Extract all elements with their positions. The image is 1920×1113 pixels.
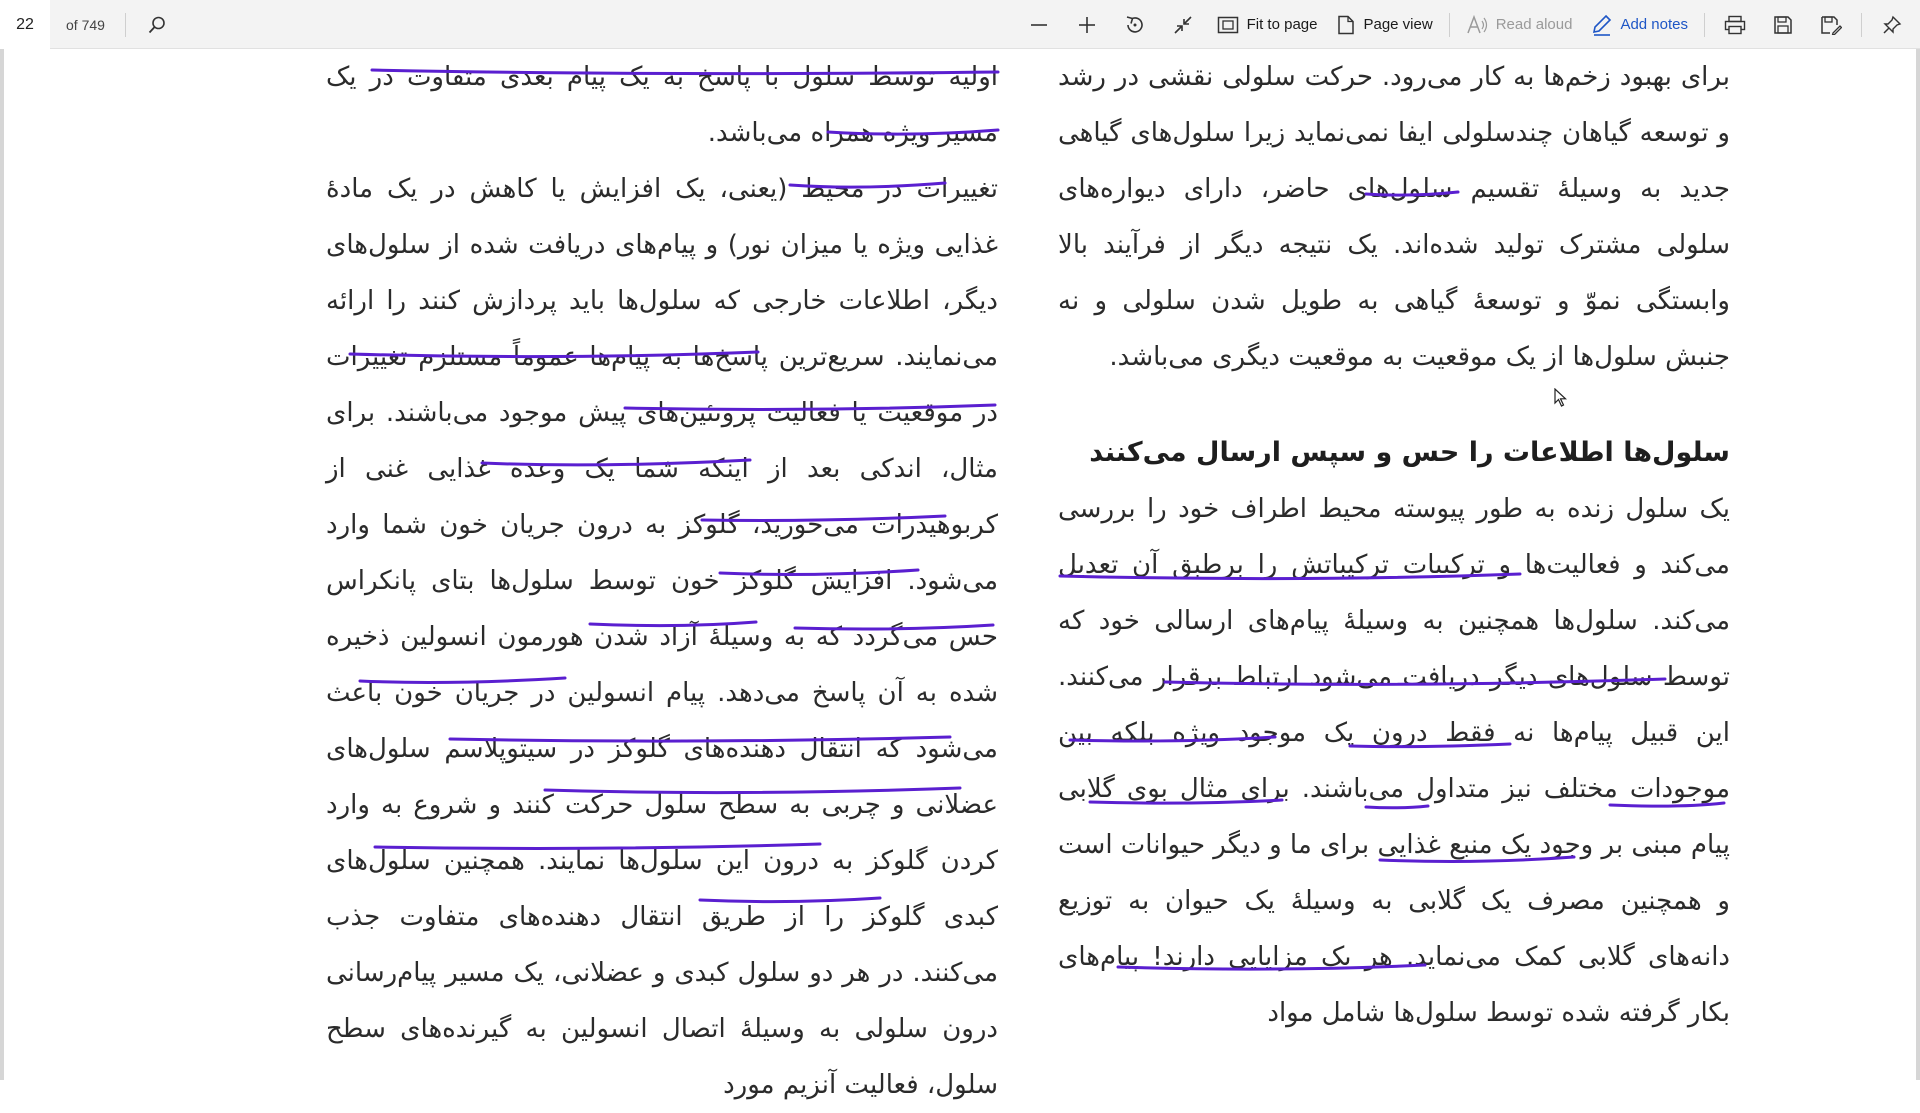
fit-to-page-button[interactable]: Fit to page [1207, 5, 1328, 45]
paragraph: اولیه توسط سلول با پاسخ به یک پیام بعدی … [326, 62, 998, 148]
mouse-cursor-icon [1554, 388, 1568, 407]
paragraph: برای بهبود زخم‌ها به کار می‌رود. حرکت سل… [1058, 62, 1730, 372]
toolbar-left-group: 22 of 749 [0, 0, 170, 49]
print-icon [1724, 15, 1746, 34]
toolbar-divider [124, 12, 126, 37]
read-aloud-label: Read aloud [1495, 16, 1573, 33]
page-view-label: Page view [1363, 16, 1433, 33]
read-aloud-button[interactable]: Read aloud [1456, 5, 1583, 45]
pin-button[interactable] [1872, 5, 1912, 45]
toolbar-divider [1704, 12, 1705, 37]
save-as-button[interactable] [1811, 5, 1851, 45]
search-icon[interactable] [144, 12, 170, 38]
fit-to-page-label: Fit to page [1246, 16, 1318, 33]
toolbar-divider [1861, 12, 1862, 37]
page-view-icon [1338, 15, 1355, 34]
collapse-button[interactable] [1163, 5, 1203, 45]
pen-icon [1593, 14, 1612, 36]
zoom-in-button[interactable] [1067, 5, 1107, 45]
rotate-icon [1126, 15, 1143, 33]
toolbar-right-group: Fit to page Page view Read aloud Add not… [1015, 0, 1920, 49]
scroll-edge-right[interactable] [1916, 49, 1920, 1080]
save-button[interactable] [1763, 5, 1803, 45]
rotate-button[interactable] [1115, 5, 1155, 45]
page-total-label: of 749 [66, 16, 105, 33]
section-heading: سلول‌ها اطلاعات را حس و سپس ارسال می‌کنن… [1089, 437, 1730, 468]
fit-to-page-icon [1217, 16, 1238, 33]
text-column-right: برای بهبود زخم‌ها به کار می‌رود. حرکت سل… [1058, 49, 1730, 1041]
minus-icon [1030, 23, 1047, 26]
paragraph: یک سلول زنده به طور پیوسته محیط اطراف خو… [1058, 494, 1730, 1028]
plus-icon [1078, 16, 1095, 33]
pin-icon [1883, 15, 1902, 34]
paragraph: تغییرات در محیط (یعنی، یک افزایش یا کاهش… [326, 174, 998, 1100]
zoom-out-button[interactable] [1019, 5, 1059, 45]
scroll-edge-left [0, 49, 4, 1080]
save-as-icon [1821, 15, 1842, 35]
page-number-input[interactable]: 22 [0, 0, 50, 49]
add-notes-button[interactable]: Add notes [1582, 5, 1698, 45]
add-notes-label: Add notes [1620, 16, 1688, 33]
print-button[interactable] [1715, 5, 1755, 45]
toolbar-divider [1448, 12, 1450, 37]
collapse-icon [1174, 15, 1192, 34]
text-column-left: اولیه توسط سلول با پاسخ به یک پیام بعدی … [326, 49, 998, 1113]
pdf-toolbar: 22 of 749 Fit to page Page view Read alo… [0, 0, 1920, 49]
save-icon [1774, 15, 1792, 34]
page-view-button[interactable]: Page view [1327, 5, 1442, 45]
read-aloud-icon [1467, 14, 1487, 33]
